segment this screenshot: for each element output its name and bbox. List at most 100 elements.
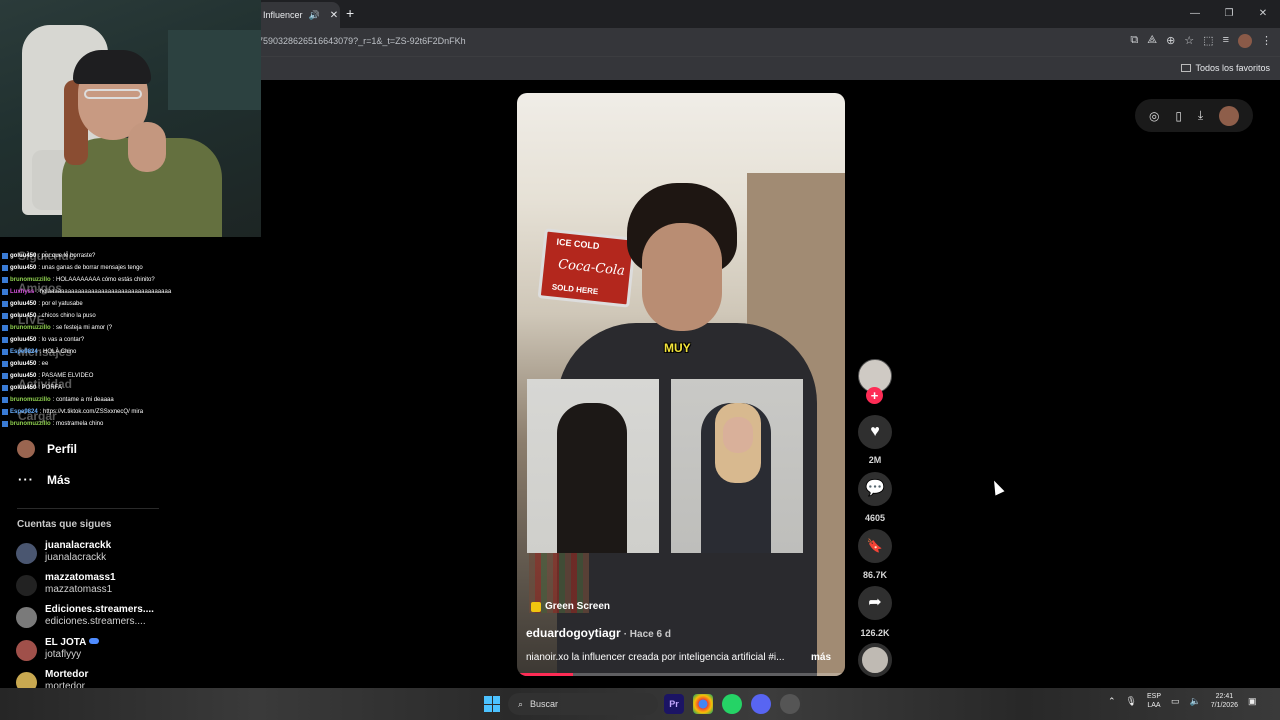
media-control-icon[interactable]: ≡: [1223, 34, 1229, 48]
chat-message: Espe9824: HOLA Chino: [2, 346, 252, 358]
install-app-icon[interactable]: ⧉: [1130, 34, 1138, 48]
tab-title: Influencer: [263, 10, 303, 20]
language-indicator[interactable]: ESP LAA: [1147, 692, 1161, 710]
chat-username: goluu450: [10, 265, 37, 271]
video-progress-bar[interactable]: [517, 673, 845, 676]
streamer-glasses: [84, 89, 142, 99]
discord-icon[interactable]: [751, 694, 771, 714]
profile-avatar[interactable]: [1238, 34, 1252, 48]
chat-badge-icon: [2, 253, 8, 259]
effect-tag[interactable]: Green Screen: [531, 601, 610, 612]
chat-text: : HOLA Chino: [39, 349, 77, 355]
premiere-icon[interactable]: Pr: [664, 694, 684, 714]
user-avatar[interactable]: [1219, 105, 1240, 126]
chevron-up-icon[interactable]: ⌃: [1108, 696, 1116, 707]
address-bar[interactable]: 7590328626516643079?_r=1&_t=ZS-92t6F2DnF…: [258, 36, 466, 46]
following-account[interactable]: juanalacrackk juanalacrackk: [16, 540, 111, 564]
following-account[interactable]: Ediciones.streamers.... ediciones.streame…: [16, 604, 154, 628]
chat-message: goluu450: lo vas a contar?: [2, 334, 252, 346]
chat-message: brunomuzzillo: se festeja mi amor (?: [2, 322, 252, 334]
zoom-icon[interactable]: ⊕: [1166, 34, 1175, 48]
microphone-icon[interactable]: 🎙: [1126, 696, 1137, 707]
description-text: nianoir.xo la influencer creada por inte…: [526, 652, 785, 663]
notifications-icon[interactable]: ▣: [1248, 696, 1257, 707]
chat-badge-icon: [2, 325, 8, 331]
account-name: EL JOTA: [45, 637, 100, 649]
close-tab-icon[interactable]: ✕: [330, 10, 338, 21]
obs-icon[interactable]: [780, 694, 800, 714]
browser-tab[interactable]: Influencer 🔊 ✕: [255, 2, 340, 28]
new-tab-button[interactable]: +: [346, 5, 354, 21]
folder-icon: [1181, 64, 1192, 72]
chat-text: : contame a mi deaaaa: [52, 397, 114, 403]
follow-plus-button[interactable]: +: [866, 387, 883, 404]
music-disc-avatar[interactable]: [858, 643, 892, 677]
inset-face: [723, 417, 753, 453]
effect-label: Green Screen: [545, 601, 611, 612]
video-description: nianoir.xo la influencer creada por inte…: [526, 652, 836, 663]
posted-ago: · Hace 6 d: [623, 629, 671, 640]
bookmark-star-icon[interactable]: ☆: [1184, 34, 1194, 48]
close-window-button[interactable]: ✕: [1246, 0, 1280, 28]
chat-message: Espe9824: https://vt.tiktok.com/ZSSxxnec…: [2, 406, 252, 418]
chat-message: goluu450: por que le borraste?: [2, 250, 252, 262]
comment-button[interactable]: 💬: [858, 472, 892, 506]
minimize-button[interactable]: —: [1178, 0, 1212, 28]
author-name[interactable]: eduardogoytiagr: [526, 626, 621, 640]
chat-badge-icon: [2, 349, 8, 355]
share-button[interactable]: ➦: [858, 586, 892, 620]
chat-text: : unas ganas de borrar mensajes tengo: [38, 265, 143, 271]
clock[interactable]: 22:41 7/1/2026: [1211, 692, 1238, 710]
sign-line: SOLD HERE: [551, 282, 599, 297]
restore-button[interactable]: ❐: [1212, 0, 1246, 28]
search-placeholder: Buscar: [530, 699, 559, 709]
windows-start-icon[interactable]: [484, 696, 500, 712]
chat-text: : se festeja mi amor (?: [52, 325, 113, 331]
save-button[interactable]: 🔖: [858, 529, 892, 563]
clock-date: 7/1/2026: [1210, 702, 1238, 709]
following-account[interactable]: mazzatomass1 mazzatomass1: [16, 572, 116, 596]
system-tray: ⌃ 🎙 ESP LAA ▭ 🔈 22:41 7/1/2026 ▣: [1108, 692, 1257, 710]
whatsapp-icon[interactable]: [722, 694, 742, 714]
all-bookmarks-button[interactable]: Todos los favoritos: [1181, 63, 1270, 73]
download-icon[interactable]: ⤓: [1198, 108, 1203, 123]
chat-username: goluu450: [10, 313, 37, 319]
chat-badge-icon: [2, 301, 8, 307]
account-name: juanalacrackk: [45, 540, 111, 552]
sidebar-item-profile[interactable]: Perfil: [17, 440, 77, 458]
chat-text: : https://vt.tiktok.com/ZSSxxnecQ/ mira: [39, 409, 144, 415]
streamer-cap: [73, 50, 151, 84]
speaker-icon[interactable]: 🔊: [309, 10, 320, 21]
chat-message: brunomuzzillo: contame a mi deaaaa: [2, 394, 252, 406]
like-button[interactable]: ♥: [858, 415, 892, 449]
translate-icon[interactable]: ⟁: [1147, 34, 1157, 48]
chat-text: : lo vas a contar?: [38, 337, 85, 343]
chat-badge-icon: [2, 265, 8, 271]
compass-icon[interactable]: ◎: [1149, 109, 1159, 123]
taskbar-search[interactable]: ⌕ Buscar: [508, 693, 658, 715]
video-author[interactable]: eduardogoytiagr · Hace 6 d: [526, 626, 671, 640]
chat-badge-icon: [2, 289, 8, 295]
sidebar-item-label: Perfil: [47, 442, 78, 456]
avatar: [16, 543, 37, 564]
extensions-icon[interactable]: ⬚: [1203, 34, 1213, 48]
account-handle: mazzatomass1: [45, 584, 113, 595]
chat-text: : ee: [38, 361, 49, 367]
sidebar-item-more[interactable]: ··· Más: [17, 472, 70, 487]
avatar: [16, 575, 37, 596]
volume-icon[interactable]: 🔈: [1190, 696, 1201, 707]
following-account[interactable]: EL JOTA jotaflyyy: [16, 637, 100, 661]
chat-text: : PASAME ELVIDEO: [38, 373, 94, 379]
chat-message: Luxhyss: holaaaaaaaaaaaaaaaaaaaaaaaaaaaa…: [2, 286, 252, 298]
comment-count: 4605: [864, 513, 886, 523]
account-text: juanalacrackk juanalacrackk: [45, 540, 111, 564]
chat-username: goluu450: [10, 337, 37, 343]
more-dots-icon: ···: [18, 472, 34, 487]
menu-icon[interactable]: ⋮: [1261, 34, 1272, 48]
network-icon[interactable]: ▭: [1171, 696, 1180, 707]
video-player[interactable]: ICE COLD Coca-Cola SOLD HERE MUY Green S…: [517, 93, 845, 676]
phone-icon[interactable]: ▯: [1175, 109, 1182, 123]
more-button[interactable]: más: [811, 652, 831, 663]
chrome-icon[interactable]: [693, 694, 713, 714]
account-handle: jotaflyyy: [45, 649, 82, 660]
